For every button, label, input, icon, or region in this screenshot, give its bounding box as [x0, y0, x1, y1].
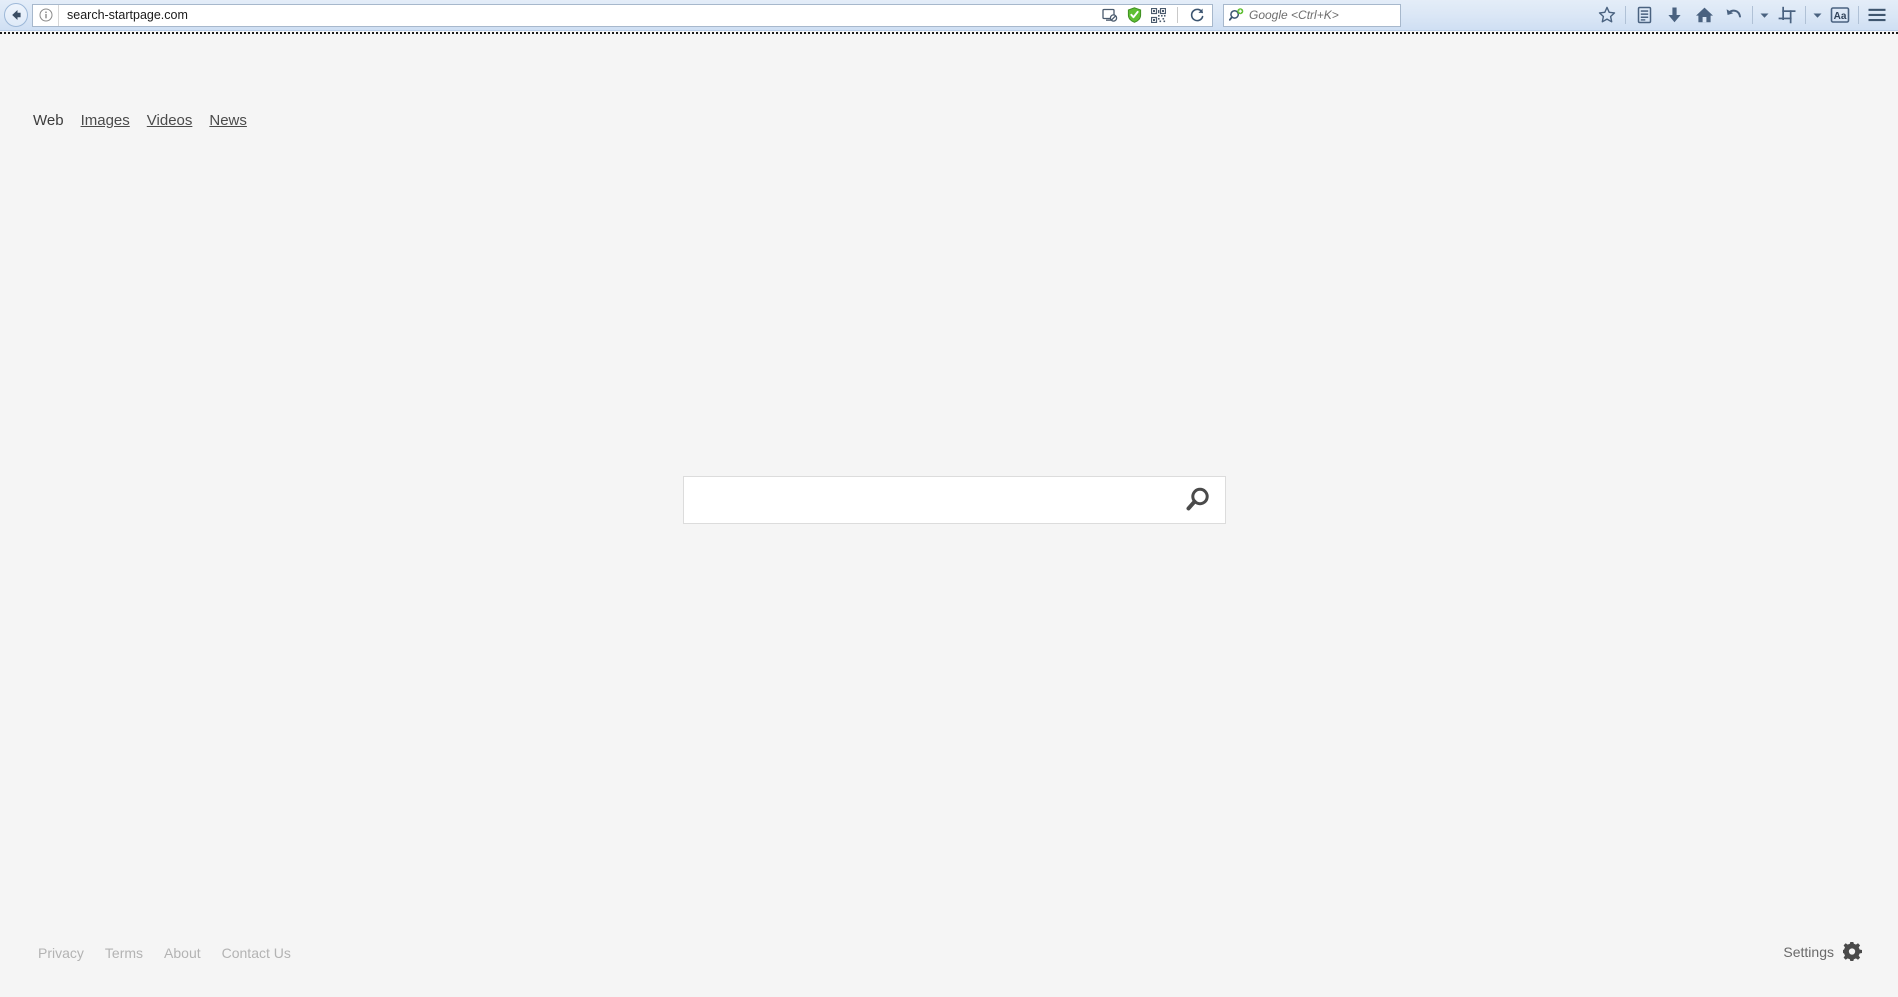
browser-search-field[interactable]: Google <Ctrl+K>	[1223, 3, 1401, 27]
navigation-tabs: Web Images Videos News	[33, 112, 247, 129]
nav-tab-web[interactable]: Web	[33, 112, 64, 129]
gear-icon	[1843, 942, 1862, 961]
text-size-icon[interactable]: Aa	[1825, 2, 1855, 28]
search-submit-button[interactable]	[1169, 477, 1225, 523]
undo-icon[interactable]	[1719, 2, 1749, 28]
footer-links: Privacy Terms About Contact Us	[38, 945, 291, 961]
star-icon[interactable]	[1592, 2, 1622, 28]
info-icon[interactable]	[33, 4, 59, 26]
nav-tab-images[interactable]: Images	[81, 112, 130, 129]
footer-link-terms[interactable]: Terms	[105, 945, 143, 961]
toolbar-separator	[1858, 6, 1859, 24]
shield-icon[interactable]	[1127, 7, 1142, 23]
block-content-icon[interactable]	[1102, 8, 1118, 23]
qr-code-icon[interactable]	[1151, 7, 1166, 23]
footer-link-privacy[interactable]: Privacy	[38, 945, 84, 961]
footer-link-about[interactable]: About	[164, 945, 201, 961]
settings-button[interactable]: Settings	[1783, 942, 1862, 961]
url-text[interactable]: search-startpage.com	[59, 5, 1102, 26]
url-bar-icon-group	[1102, 7, 1212, 23]
nav-tab-videos[interactable]: Videos	[147, 112, 193, 129]
url-bar[interactable]: search-startpage.com	[32, 3, 1213, 27]
back-button[interactable]	[4, 3, 28, 27]
reload-icon[interactable]	[1189, 7, 1205, 23]
chevron-down-icon[interactable]	[1756, 2, 1772, 28]
browser-search-placeholder: Google <Ctrl+K>	[1249, 8, 1339, 22]
home-icon[interactable]	[1689, 2, 1719, 28]
toolbar-right-icons: Aa	[1401, 2, 1898, 28]
toolbar-separator	[1752, 6, 1753, 24]
search-input[interactable]	[684, 477, 1169, 523]
hamburger-menu-icon[interactable]	[1862, 2, 1892, 28]
settings-label: Settings	[1783, 943, 1834, 960]
back-arrow-icon	[12, 10, 21, 20]
chevron-down-icon[interactable]	[1809, 2, 1825, 28]
toolbar-separator	[1625, 6, 1626, 24]
browser-toolbar: search-startpage.com Google <Ctrl+K> Aa	[0, 0, 1898, 31]
crop-icon[interactable]	[1772, 2, 1802, 28]
nav-tab-news[interactable]: News	[209, 112, 247, 129]
main-search-box[interactable]	[683, 476, 1226, 524]
page-content: Web Images Videos News Privacy Terms Abo…	[0, 34, 1898, 997]
magnifier-icon	[1186, 487, 1209, 511]
footer-link-contact-us[interactable]: Contact Us	[222, 945, 291, 961]
search-add-icon	[1229, 7, 1244, 23]
library-icon[interactable]	[1629, 2, 1659, 28]
toolbar-separator	[1805, 6, 1806, 24]
svg-text:Aa: Aa	[1834, 11, 1847, 22]
toolbar-separator	[1177, 7, 1178, 23]
download-icon[interactable]	[1659, 2, 1689, 28]
